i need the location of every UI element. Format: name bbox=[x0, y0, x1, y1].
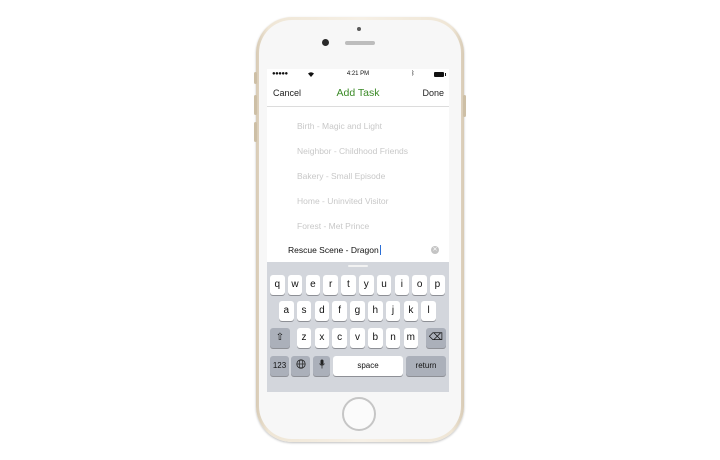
key-k[interactable]: k bbox=[403, 301, 419, 321]
key-h[interactable]: h bbox=[368, 301, 383, 321]
globe-key-icon[interactable] bbox=[291, 356, 310, 376]
suggestion-item[interactable]: Forest - Met Prince bbox=[297, 221, 369, 231]
key-r[interactable]: r bbox=[323, 275, 338, 295]
suggestion-item[interactable]: Neighbor - Childhood Friends bbox=[297, 146, 408, 156]
key-t[interactable]: t bbox=[341, 275, 356, 295]
bluetooth-icon: ᛒ bbox=[411, 71, 415, 77]
text-caret bbox=[379, 245, 381, 255]
space-key[interactable]: space bbox=[333, 356, 403, 376]
key-j[interactable]: j bbox=[385, 301, 401, 321]
key-m[interactable]: m bbox=[403, 328, 419, 348]
home-button[interactable] bbox=[342, 397, 376, 431]
volume-down-button bbox=[254, 122, 257, 142]
key-i[interactable]: i bbox=[394, 275, 410, 295]
key-q[interactable]: q bbox=[270, 275, 285, 295]
numbers-key[interactable]: 123 bbox=[270, 356, 289, 376]
key-o[interactable]: o bbox=[412, 275, 427, 295]
battery-icon bbox=[434, 72, 446, 77]
key-f[interactable]: f bbox=[332, 301, 347, 321]
status-bar: ●●●●● 4:21 PM ᛒ bbox=[267, 69, 449, 81]
key-d[interactable]: d bbox=[314, 301, 330, 321]
proximity-sensor bbox=[357, 27, 361, 31]
microphone-key-icon[interactable] bbox=[313, 356, 330, 376]
key-p[interactable]: p bbox=[430, 275, 445, 295]
key-l[interactable]: l bbox=[421, 301, 436, 321]
navigation-bar: Cancel Add Task Done bbox=[267, 81, 449, 107]
shift-key-icon[interactable]: ⇧ bbox=[270, 328, 290, 348]
keyboard-handle bbox=[348, 265, 368, 267]
suggestion-item[interactable]: Birth - Magic and Light bbox=[297, 121, 382, 131]
keyboard: q w e r t y u i o p a s d f g h j k l ⇧ … bbox=[267, 262, 449, 392]
key-v[interactable]: v bbox=[350, 328, 365, 348]
mute-switch bbox=[254, 72, 257, 84]
task-name-input[interactable]: Rescue Scene - Dragon bbox=[288, 245, 381, 255]
task-name-value: Rescue Scene - Dragon bbox=[288, 245, 379, 255]
power-button bbox=[463, 95, 466, 117]
return-key[interactable]: return bbox=[406, 356, 446, 376]
key-n[interactable]: n bbox=[385, 328, 401, 348]
key-s[interactable]: s bbox=[296, 301, 312, 321]
delete-key-icon[interactable]: ⌫ bbox=[426, 328, 446, 348]
volume-up-button bbox=[254, 95, 257, 115]
key-u[interactable]: u bbox=[376, 275, 392, 295]
status-time: 4:21 PM bbox=[346, 71, 370, 77]
suggestion-item[interactable]: Home - Uninvited Visitor bbox=[297, 196, 389, 206]
key-z[interactable]: z bbox=[296, 328, 312, 348]
key-x[interactable]: x bbox=[314, 328, 330, 348]
key-w[interactable]: w bbox=[287, 275, 303, 295]
done-button[interactable]: Done bbox=[422, 88, 444, 98]
key-e[interactable]: e bbox=[305, 275, 321, 295]
key-c[interactable]: c bbox=[332, 328, 347, 348]
suggestion-item[interactable]: Bakery - Small Episode bbox=[297, 171, 385, 181]
clear-text-icon[interactable]: ✕ bbox=[431, 246, 439, 254]
screen: ●●●●● 4:21 PM ᛒ Cancel Add Task Done Bir… bbox=[267, 69, 449, 392]
front-camera-icon bbox=[322, 39, 329, 46]
key-a[interactable]: a bbox=[279, 301, 294, 321]
key-g[interactable]: g bbox=[350, 301, 365, 321]
key-b[interactable]: b bbox=[368, 328, 383, 348]
earpiece-speaker bbox=[345, 41, 375, 45]
key-y[interactable]: y bbox=[359, 275, 374, 295]
